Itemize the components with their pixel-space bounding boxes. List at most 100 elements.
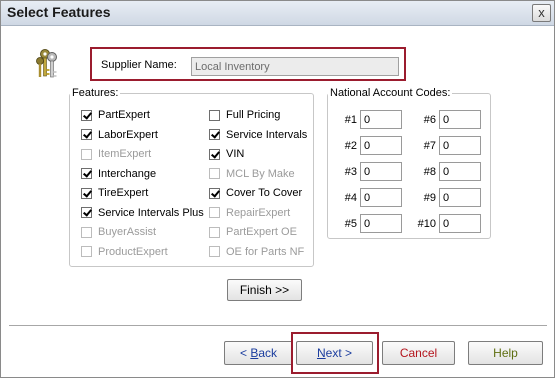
account-code-input[interactable] xyxy=(439,188,481,207)
national-account-codes-legend: National Account Codes: xyxy=(330,87,451,99)
account-code-input[interactable] xyxy=(360,188,402,207)
account-code-input[interactable] xyxy=(439,136,481,155)
feature-checkbox-tireexpert[interactable]: TireExpert xyxy=(81,186,148,200)
account-code-1: #1 xyxy=(339,110,402,129)
checkbox-box[interactable] xyxy=(209,129,220,140)
feature-label: Interchange xyxy=(98,167,157,180)
button-separator xyxy=(9,325,547,327)
account-code-4: #4 xyxy=(339,188,402,207)
help-label: Help xyxy=(493,346,518,360)
features-legend: Features: xyxy=(72,87,119,99)
feature-checkbox-service-intervals-plus[interactable]: Service Intervals Plus xyxy=(81,206,204,220)
account-code-6: #6 xyxy=(412,110,481,129)
checkbox-box xyxy=(81,148,92,160)
account-code-label: #7 xyxy=(423,139,436,152)
feature-label: Cover To Cover xyxy=(226,187,303,199)
account-code-7: #7 xyxy=(412,136,481,155)
feature-checkbox-service-intervals[interactable]: Service Intervals xyxy=(209,128,307,142)
checkbox-box[interactable] xyxy=(81,207,92,218)
dialog-window: Select Features x Supplier Name: Feature… xyxy=(0,0,555,378)
checkbox-box[interactable] xyxy=(209,187,220,199)
feature-label: VIN xyxy=(226,148,245,160)
keys-icon xyxy=(36,49,57,78)
supplier-name-field[interactable] xyxy=(191,57,399,76)
checkbox-box xyxy=(209,226,220,238)
account-code-label: #3 xyxy=(344,165,357,178)
account-code-label: #5 xyxy=(344,217,357,230)
feature-checkbox-itemexpert: ItemExpert xyxy=(81,147,151,161)
feature-checkbox-oe-for-parts-nf: OE for Parts NF xyxy=(209,245,304,259)
account-code-label: #8 xyxy=(423,165,436,178)
next-mnemonic: N xyxy=(316,346,326,360)
checkbox-box[interactable] xyxy=(209,109,220,121)
feature-label: ProductExpert xyxy=(98,245,168,258)
back-prefix: < xyxy=(239,346,251,360)
feature-checkbox-mcl-by-make: MCL By Make xyxy=(209,167,295,181)
cancel-button[interactable]: Cancel xyxy=(382,341,455,365)
feature-label: Service Intervals Plus xyxy=(98,206,204,219)
feature-label: BuyerAssist xyxy=(98,226,157,238)
account-code-8: #8 xyxy=(412,162,481,181)
checkbox-box[interactable] xyxy=(81,168,92,179)
next-button[interactable]: Next > xyxy=(296,341,373,365)
feature-label: TireExpert xyxy=(98,187,149,199)
close-button[interactable]: x xyxy=(532,4,551,22)
account-code-input[interactable] xyxy=(360,136,402,155)
feature-checkbox-laborexpert[interactable]: LaborExpert xyxy=(81,128,158,142)
feature-label: MCL By Make xyxy=(226,167,295,180)
checkbox-box xyxy=(209,246,220,257)
feature-label: PartExpert xyxy=(98,109,150,121)
feature-checkbox-partexpert[interactable]: PartExpert xyxy=(81,108,150,122)
checkbox-box[interactable] xyxy=(81,109,92,121)
account-code-label: #2 xyxy=(344,139,357,152)
feature-checkbox-cover-to-cover[interactable]: Cover To Cover xyxy=(209,186,302,200)
feature-label: Service Intervals xyxy=(226,128,308,141)
feature-checkbox-partexpert-oe: PartExpert OE xyxy=(209,225,297,239)
dialog-title: Select Features xyxy=(7,4,111,20)
title-bar: Select Features x xyxy=(1,1,554,26)
feature-checkbox-full-pricing[interactable]: Full Pricing xyxy=(209,108,280,122)
feature-checkbox-buyerassist: BuyerAssist xyxy=(81,225,156,239)
account-code-label: #1 xyxy=(344,113,357,126)
next-label: ext > xyxy=(325,346,353,360)
feature-checkbox-interchange[interactable]: Interchange xyxy=(81,167,156,181)
feature-label: RepairExpert xyxy=(226,206,291,219)
account-code-label: #10 xyxy=(417,217,436,230)
finish-button[interactable]: Finish >> xyxy=(227,279,302,301)
account-code-2: #2 xyxy=(339,136,402,155)
feature-checkbox-repairexpert: RepairExpert xyxy=(209,206,290,220)
account-code-label: #6 xyxy=(423,113,436,126)
feature-label: OE for Parts NF xyxy=(226,245,305,258)
feature-checkbox-vin[interactable]: VIN xyxy=(209,147,244,161)
account-code-input[interactable] xyxy=(439,214,481,233)
account-code-input[interactable] xyxy=(439,162,481,181)
account-code-10: #10 xyxy=(412,214,481,233)
help-button[interactable]: Help xyxy=(468,341,543,365)
feature-label: LaborExpert xyxy=(98,128,158,141)
account-code-9: #9 xyxy=(412,188,481,207)
account-code-5: #5 xyxy=(339,214,402,233)
feature-label: ItemExpert xyxy=(98,148,152,160)
checkbox-box[interactable] xyxy=(81,187,92,199)
feature-label: Full Pricing xyxy=(226,109,281,121)
account-code-input[interactable] xyxy=(360,110,402,129)
back-button[interactable]: < Back xyxy=(224,341,293,365)
account-code-label: #4 xyxy=(344,191,357,204)
close-icon: x xyxy=(538,5,545,20)
back-label: ack xyxy=(258,346,278,360)
supplier-name-label: Supplier Name: xyxy=(101,59,177,71)
checkbox-box[interactable] xyxy=(209,148,220,160)
account-code-input[interactable] xyxy=(360,162,402,181)
feature-checkbox-productexpert: ProductExpert xyxy=(81,245,168,259)
account-code-input[interactable] xyxy=(360,214,402,233)
checkbox-box[interactable] xyxy=(81,129,92,140)
finish-button-label: Finish >> xyxy=(239,283,290,297)
account-code-label: #9 xyxy=(423,191,436,204)
checkbox-box xyxy=(81,246,92,257)
checkbox-box xyxy=(209,168,220,179)
account-code-input[interactable] xyxy=(439,110,481,129)
feature-label: PartExpert OE xyxy=(226,226,297,238)
account-code-3: #3 xyxy=(339,162,402,181)
checkbox-box xyxy=(81,226,92,238)
checkbox-box xyxy=(209,207,220,218)
